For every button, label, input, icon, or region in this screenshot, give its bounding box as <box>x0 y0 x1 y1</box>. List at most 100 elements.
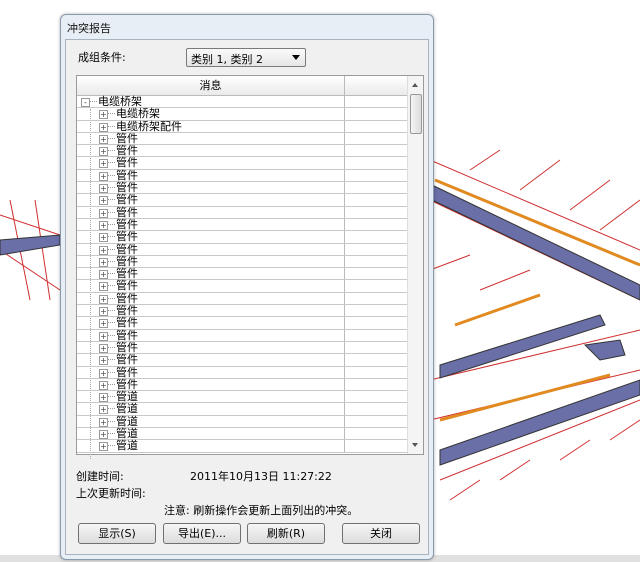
expand-icon[interactable]: + <box>99 307 108 317</box>
expand-icon[interactable]: + <box>99 184 108 194</box>
expand-icon[interactable]: + <box>99 380 108 390</box>
tree-connector <box>108 211 115 213</box>
tree-connector <box>108 346 115 348</box>
list-header: 消息 <box>77 76 407 96</box>
scroll-thumb[interactable] <box>410 94 422 134</box>
tree-connector <box>108 223 115 225</box>
expand-icon[interactable]: + <box>99 417 108 427</box>
expand-icon[interactable]: + <box>99 270 108 280</box>
tree-item-label: 电缆桥架 <box>98 95 142 108</box>
expand-icon[interactable]: + <box>99 159 108 169</box>
expand-icon[interactable]: + <box>99 233 108 243</box>
tree-item-label: 管件 <box>116 156 138 170</box>
scroll-down-icon[interactable] <box>412 443 418 447</box>
expand-icon[interactable]: + <box>99 220 108 230</box>
tree-item-label: 电缆桥架配件 <box>116 119 182 133</box>
created-time-value: 2011年10月13日 11:27:22 <box>190 470 332 483</box>
tree-item-label: 管道 <box>116 439 138 453</box>
chevron-down-icon <box>292 55 300 60</box>
tree-item[interactable]: + 管件 <box>77 230 407 244</box>
group-by-select[interactable]: 类别 1, 类别 2 <box>186 48 306 67</box>
expand-icon[interactable]: + <box>99 122 108 132</box>
column-divider <box>344 108 345 120</box>
tree-connector <box>108 396 115 398</box>
tree-connector <box>108 174 115 176</box>
expand-icon[interactable]: + <box>99 356 108 366</box>
expand-icon[interactable]: + <box>99 282 108 292</box>
expand-icon[interactable]: + <box>99 294 108 304</box>
collapse-icon[interactable]: - <box>81 98 90 107</box>
column-divider <box>344 378 345 391</box>
expand-icon[interactable]: + <box>99 442 108 452</box>
tree-item-label: 管件 <box>116 254 138 268</box>
tree-item[interactable]: + 管件 <box>77 242 407 256</box>
tree-item-label: 管件 <box>116 377 138 391</box>
tree-item-label: 管件 <box>116 168 138 182</box>
expand-icon[interactable]: + <box>99 134 108 144</box>
export-button[interactable]: 导出(E)... <box>163 523 241 544</box>
show-button[interactable]: 显示(S) <box>78 523 156 544</box>
expand-icon[interactable]: + <box>99 368 108 378</box>
expand-icon[interactable]: + <box>99 343 108 353</box>
tree-connector <box>108 383 115 385</box>
tree-item[interactable]: + 管道 <box>77 402 407 416</box>
tree-item-label: 管件 <box>116 304 138 318</box>
column-divider <box>344 206 345 218</box>
tree-item[interactable]: + 管道 <box>77 439 407 453</box>
tree-item[interactable]: + 电缆桥架 <box>77 108 407 121</box>
tree-item[interactable]: + 管件 <box>77 156 407 170</box>
tree-connector <box>108 322 115 324</box>
expand-icon[interactable]: + <box>99 110 108 120</box>
expand-icon[interactable]: + <box>99 430 108 440</box>
tree-item-label: 管道 <box>116 427 138 441</box>
tree-connector <box>108 162 115 164</box>
expand-icon[interactable]: + <box>99 257 108 267</box>
tree-item[interactable]: + 管件 <box>77 316 407 330</box>
tree-connector <box>108 236 115 238</box>
expand-icon[interactable]: + <box>99 405 108 415</box>
expand-icon[interactable]: + <box>99 331 108 341</box>
expand-icon[interactable]: + <box>99 196 108 206</box>
tree-item[interactable]: + 管件 <box>77 280 407 293</box>
dialog-body: 成组条件: 类别 1, 类别 2 消息 - 电缆桥架 + 电缆桥架 + 电缆桥架配件 + 管件… <box>65 39 429 555</box>
tree-item-label: 管件 <box>116 328 138 342</box>
column-divider <box>344 391 345 403</box>
expand-icon[interactable]: + <box>99 393 108 403</box>
tree-item[interactable]: + 管件 <box>77 193 407 207</box>
expand-icon[interactable]: + <box>99 147 108 157</box>
tree-connector <box>108 187 115 189</box>
tree-connector <box>108 359 115 361</box>
vertical-scrollbar[interactable] <box>407 76 423 454</box>
column-divider <box>344 280 345 292</box>
tree-item-label: 管件 <box>116 193 138 207</box>
tree-item[interactable]: + 管件 <box>77 354 407 367</box>
tree-rows: - 电缆桥架 + 电缆桥架 + 电缆桥架配件 + 管件 + 管件 + 管件 + 管件 + 管件 + 管件 + 管件 + 管… <box>77 95 407 459</box>
tree-item-label: 管道 <box>116 402 138 416</box>
tree-connector <box>108 260 115 262</box>
scroll-up-icon[interactable] <box>412 83 418 87</box>
column-divider <box>344 157 345 169</box>
tree-item-label: 管件 <box>116 230 138 244</box>
column-divider <box>344 268 345 280</box>
group-by-label: 成组条件: <box>78 51 126 64</box>
tree-connector <box>108 297 115 299</box>
tree-connector <box>108 433 115 435</box>
column-divider <box>344 440 345 452</box>
clash-tree-list[interactable]: 消息 - 电缆桥架 + 电缆桥架 + 电缆桥架配件 + 管件 + 管件 + 管件 + 管件 + 管件 + 管件 + 管… <box>76 75 424 459</box>
expand-icon[interactable]: + <box>99 319 108 329</box>
close-button[interactable]: 关闭 <box>342 523 420 544</box>
expand-icon[interactable]: + <box>99 245 108 255</box>
column-divider <box>344 255 345 268</box>
tree-item-label: 管件 <box>116 242 138 256</box>
tree-item-label: 管件 <box>116 131 138 145</box>
column-divider <box>344 354 345 366</box>
tree-item-label: 管件 <box>116 316 138 330</box>
column-divider <box>344 218 345 231</box>
tree-item-label: 管件 <box>116 181 138 195</box>
expand-icon[interactable]: + <box>99 171 108 181</box>
column-header-message[interactable]: 消息 <box>77 76 345 95</box>
tree-item[interactable]: + 管件 <box>77 366 407 379</box>
tree-item-label: 管道 <box>116 414 138 428</box>
expand-icon[interactable]: + <box>99 208 108 218</box>
refresh-button[interactable]: 刷新(R) <box>247 523 325 544</box>
